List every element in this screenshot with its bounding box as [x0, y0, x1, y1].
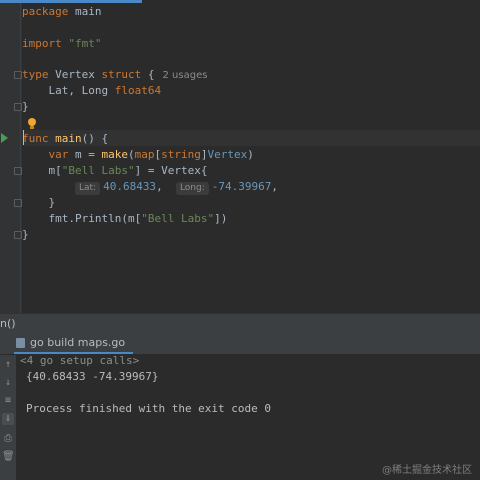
code-line-10: var m = make(map[string]Vertex) — [22, 147, 254, 163]
keyword-struct: struct — [101, 68, 142, 81]
fold-marker-func-end[interactable] — [14, 231, 22, 239]
map-key-string: "Bell Labs" — [61, 164, 135, 177]
gutter-divider — [20, 3, 21, 313]
code-line-11b: Lat: 40.68433, Long: -74.39967, — [22, 179, 278, 195]
close-paren: ) — [247, 148, 254, 161]
open-brace: { — [147, 68, 155, 81]
keyword-import: import — [22, 37, 62, 50]
vertex-literal-open: ] = Vertex{ — [134, 164, 208, 177]
keyword-map: map — [134, 148, 155, 161]
down-arrow-icon[interactable]: ↓ — [2, 377, 14, 389]
code-line-7: } — [22, 99, 29, 115]
lat-value: 40.68433 — [103, 180, 157, 193]
package-name: main — [74, 5, 102, 18]
type-string: string — [161, 148, 201, 161]
close-bracket: ] — [200, 148, 208, 161]
code-line-12: } — [22, 195, 56, 211]
comma: , — [156, 180, 163, 193]
var-assign: m = — [75, 148, 102, 161]
close-brace: } — [22, 228, 29, 241]
close-brace: } — [22, 100, 29, 113]
keyword-type: type — [22, 68, 49, 81]
code-editor[interactable]: package main import "fmt" type Vertex st… — [22, 3, 480, 313]
soft-wrap-icon[interactable]: ≡ — [2, 395, 14, 407]
code-line-9: func main() { — [22, 131, 108, 147]
breadcrumb[interactable]: n() — [0, 313, 480, 334]
code-line-5: type Vertex struct {2 usages — [22, 67, 207, 83]
type-name: Vertex — [55, 68, 95, 81]
code-line-6: Lat, Long float64 — [22, 83, 162, 99]
trash-icon[interactable]: 🗑 — [2, 451, 15, 463]
func-signature: () { — [81, 132, 109, 145]
field-type: float64 — [114, 84, 162, 97]
code-line-14: } — [22, 227, 29, 243]
run-toolbar: ↑ ↓ ≡ ⇩ ⎙ 🗑 — [0, 355, 16, 480]
keyword-func: func — [22, 132, 49, 145]
param-hint-lat: Lat: — [74, 182, 101, 195]
up-arrow-icon[interactable]: ↑ — [2, 359, 14, 371]
text-caret — [23, 130, 24, 145]
println-key-string: "Bell Labs" — [141, 212, 215, 225]
code-line-11: m["Bell Labs"] = Vertex{ — [22, 163, 208, 179]
println-close: ]) — [214, 212, 228, 225]
program-output: {40.68433 -74.39967} — [26, 370, 159, 383]
map-index-open: m[ — [48, 164, 62, 177]
process-finished-message: Process finished with the exit code 0 — [26, 402, 272, 415]
println-call: fmt.Println(m[ — [48, 212, 142, 225]
fold-marker-vertex-end[interactable] — [14, 199, 22, 207]
usages-hint[interactable]: 2 usages — [163, 70, 208, 81]
print-icon[interactable]: ⎙ — [2, 433, 14, 445]
import-string: "fmt" — [68, 37, 102, 50]
watermark: @稀土掘金技术社区 — [382, 465, 472, 476]
fold-marker-vertex[interactable] — [14, 167, 22, 175]
scroll-to-end-icon[interactable]: ⇩ — [2, 413, 14, 425]
run-panel-header: go build maps.go — [0, 334, 480, 355]
code-line-13: fmt.Println(m["Bell Labs"]) — [22, 211, 228, 227]
run-main-icon[interactable] — [1, 133, 8, 143]
go-file-icon — [16, 338, 25, 348]
param-hint-long: Long: — [175, 182, 209, 195]
close-brace: } — [48, 196, 56, 209]
function-name: main — [55, 132, 82, 145]
code-line-1: package main — [22, 4, 101, 20]
keyword-package: package — [22, 5, 69, 18]
builtin-make: make — [101, 148, 129, 161]
fold-marker-type-end[interactable] — [14, 103, 22, 111]
run-tab[interactable]: go build maps.go — [14, 334, 134, 354]
editor-gutter — [0, 3, 22, 313]
breadcrumb-item[interactable]: n() — [0, 314, 16, 334]
long-value: -74.39967 — [211, 180, 272, 193]
run-tab-label: go build maps.go — [30, 336, 126, 349]
keyword-var: var — [48, 148, 69, 161]
collapsed-setup-calls[interactable]: <4 go setup calls> — [20, 353, 139, 369]
open-paren: ( — [128, 148, 135, 161]
struct-fields: Lat, Long — [48, 84, 109, 97]
comma: , — [271, 180, 278, 193]
fold-marker-type[interactable] — [14, 71, 22, 79]
type-vertex: Vertex — [207, 148, 248, 161]
code-line-3: import "fmt" — [22, 36, 102, 52]
